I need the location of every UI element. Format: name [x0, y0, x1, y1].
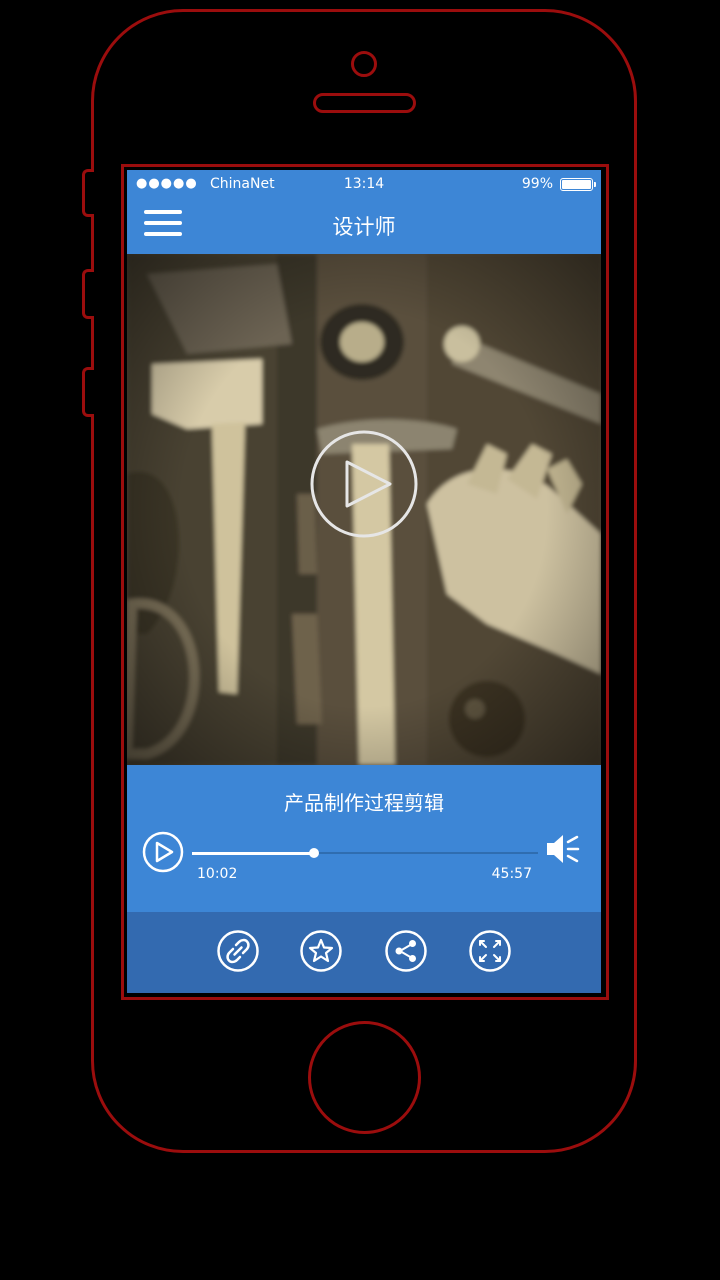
nav-bar: 设计师 [127, 198, 601, 254]
home-button[interactable] [308, 1021, 421, 1134]
mute-switch [82, 169, 94, 217]
battery-percent: 99% [521, 176, 553, 192]
star-icon[interactable] [299, 929, 343, 973]
app-screen: ●●●●● ChinaNet 13:14 99% 设计师 产品制作过程剪辑 10… [127, 170, 601, 993]
share-icon[interactable] [384, 929, 428, 973]
play-circle-icon[interactable] [308, 428, 420, 540]
action-toolbar [127, 912, 601, 993]
video-title: 产品制作过程剪辑 [284, 791, 444, 815]
play-circle-icon[interactable] [142, 831, 184, 873]
volume-up-button [82, 269, 94, 319]
link-icon[interactable] [216, 929, 260, 973]
volume-down-button [82, 367, 94, 417]
front-camera [351, 51, 377, 77]
earpiece-speaker [313, 93, 416, 113]
volume-icon[interactable] [544, 832, 582, 866]
progress-thumb[interactable] [309, 848, 320, 858]
progress-track[interactable] [192, 848, 538, 858]
current-time: 10:02 [197, 866, 238, 882]
player-panel: 产品制作过程剪辑 10:02 45:57 [127, 765, 601, 912]
progress-fill [192, 851, 315, 855]
video-thumbnail[interactable] [127, 254, 601, 765]
fullscreen-icon[interactable] [468, 929, 512, 973]
battery-icon [560, 178, 596, 191]
duration-time: 45:57 [491, 866, 532, 882]
status-bar: ●●●●● ChinaNet 13:14 99% [127, 170, 601, 198]
page-title: 设计师 [332, 215, 396, 239]
